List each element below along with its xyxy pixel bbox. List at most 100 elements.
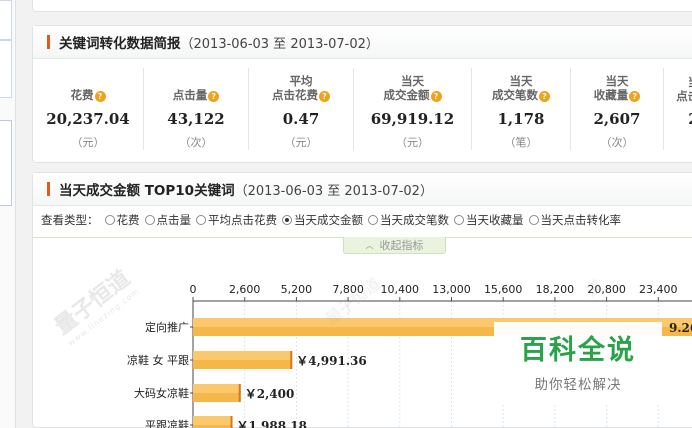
- radio-circle-icon[interactable]: [104, 215, 115, 225]
- x-tick-label: 7,800: [332, 283, 364, 296]
- metric-column: 花费? 20,237.04 （元）: [33, 68, 143, 150]
- radio-circle-icon[interactable]: [528, 215, 539, 225]
- page: 关键词转化数据简报 （2013-06-03 至 2013-07-02） 花费? 2…: [0, 0, 692, 428]
- metrics-row: 花费? 20,237.04 （元） 点击量? 43,122 （次） 平均 点击花费? 0.47 （…: [33, 68, 692, 150]
- view-type-radio[interactable]: 当天点击转化率: [528, 212, 622, 228]
- sidebar-box[interactable]: [0, 0, 12, 40]
- metric-value: 1,178: [497, 110, 545, 128]
- radio-circle-icon[interactable]: [196, 215, 206, 225]
- collapse-metrics-button[interactable]: ︿ 收起指标: [343, 237, 446, 254]
- help-icon[interactable]: ?: [94, 91, 106, 102]
- metric-unit: （次）: [600, 136, 634, 149]
- x-tick-label: 0: [190, 283, 197, 296]
- metric-label: 当天 成交金额?: [354, 73, 471, 103]
- bar-data-label: ￥1,988.18: [237, 419, 307, 428]
- baike-subtitle: 助你轻松解决: [534, 377, 622, 393]
- metric-value: 2: [664, 110, 692, 128]
- panel-title: 关键词转化数据简报: [59, 36, 181, 52]
- metric-value: 0.47: [282, 110, 320, 128]
- metric-label: 点击量?: [144, 73, 248, 103]
- baike-title: 百科全说: [520, 335, 636, 366]
- help-icon[interactable]: ?: [319, 91, 330, 102]
- date-range: （2013-06-03 至 2013-07-02）: [234, 183, 433, 199]
- keyword-conversion-summary-panel: 关键词转化数据简报 （2013-06-03 至 2013-07-02） 花费? 2…: [32, 25, 692, 163]
- radio-label: 当天收藏量: [466, 213, 524, 227]
- radio-circle-icon[interactable]: [368, 215, 378, 225]
- category-label: 平跟凉鞋: [145, 418, 189, 428]
- view-type-radio[interactable]: 平均点击花费: [196, 212, 277, 228]
- x-tick-label: 10,400: [381, 283, 420, 296]
- panel-header: 当天成交金额 TOP10关键词 （2013-06-03 至 2013-07-02…: [33, 173, 692, 206]
- x-tick-label: 15,600: [484, 283, 523, 296]
- baike-watermark-logo: 百科全说 助你轻松解决: [494, 322, 662, 404]
- category-label: 凉鞋 女 平跟: [127, 353, 189, 367]
- radio-label: 当天成交笔数: [380, 213, 449, 227]
- panel-title: 当天成交金额 TOP10关键词: [59, 183, 235, 199]
- metric-unit: （元）: [396, 136, 429, 149]
- view-type-radio[interactable]: 当天成交笔数: [368, 212, 449, 228]
- bar-data-label: 9.26: [669, 321, 692, 335]
- x-tick-label: 18,200: [536, 283, 575, 296]
- metric-value: 20,237.04: [46, 110, 130, 128]
- panel-header: 关键词转化数据简报 （2013-06-03 至 2013-07-02）: [33, 26, 692, 59]
- view-type-radio-group: 花费 点击量 平均点击花费 当天成交金额 当天成交笔数 当天收藏量 当天点击转化率: [104, 212, 627, 228]
- help-icon[interactable]: ?: [208, 91, 220, 102]
- view-type-selector: 查看类型： 花费 点击量 平均点击花费 当天成交金额 当天成交笔数 当天收藏量 当天点击转化…: [41, 212, 626, 228]
- metric-unit: （笔）: [504, 136, 538, 149]
- metric-column: 当天 收藏量? 2,607 （次）: [570, 68, 663, 150]
- view-type-radio[interactable]: 当天成交金额: [282, 212, 363, 228]
- x-tick-label: 23,400: [639, 283, 678, 296]
- metric-value: 43,122: [167, 110, 225, 128]
- previous-panel-bottom: [32, 0, 692, 12]
- x-tick-label: 2,600: [229, 283, 261, 296]
- bar-highlight: [193, 351, 293, 360]
- metric-label: 当天 收藏量?: [571, 73, 663, 103]
- metric-unit: （次）: [179, 136, 213, 149]
- metric-label: 平均 点击花费?: [249, 73, 353, 103]
- view-type-radio[interactable]: 点击量: [144, 212, 192, 228]
- radio-label: 花费: [116, 213, 140, 227]
- x-tick-label: 13,000: [432, 283, 471, 296]
- metric-label: 当点击转: [676, 75, 692, 103]
- category-label: 大码女凉鞋: [134, 386, 189, 400]
- view-type-radio[interactable]: 当天收藏量: [454, 212, 524, 228]
- metric-label: 花费?: [33, 73, 143, 103]
- metric-unit: （: [664, 134, 692, 150]
- metric-column: 当天 成交笔数? 1,178 （笔）: [471, 68, 570, 150]
- metric-column: 平均 点击花费? 0.47 （元）: [248, 68, 353, 150]
- metric-value: 2,607: [593, 110, 641, 128]
- metric-column: 当天 成交金额? 69,919.12 （元）: [353, 68, 471, 150]
- help-icon[interactable]: ?: [629, 91, 641, 102]
- date-range: （2013-06-03 至 2013-07-02）: [180, 36, 379, 52]
- view-type-radio[interactable]: 花费: [104, 212, 140, 228]
- radio-circle-icon[interactable]: [454, 215, 464, 225]
- collapse-label: 收起指标: [379, 239, 424, 252]
- bar-data-label: ￥4,991.36: [296, 354, 366, 368]
- header-accent-bar: [47, 182, 50, 196]
- metric-column: 当点击转 2 （: [663, 68, 692, 150]
- help-icon[interactable]: ?: [430, 91, 442, 102]
- left-sidebar-edge: [0, 0, 16, 428]
- sidebar-box[interactable]: [0, 120, 12, 206]
- radio-label: 当天点击转化率: [540, 213, 622, 227]
- bar-data-label: ￥2,400: [245, 387, 295, 401]
- chevron-up-icon: ︿: [365, 240, 374, 250]
- metric-unit: （元）: [71, 136, 105, 149]
- metric-unit: （元）: [284, 136, 318, 149]
- bar-highlight: [193, 384, 241, 393]
- radio-label: 点击量: [156, 213, 192, 227]
- radio-label: 平均点击花费: [208, 213, 277, 227]
- x-tick-label: 5,200: [281, 283, 313, 296]
- bar-highlight: [193, 416, 233, 425]
- collapse-divider: ︿ 收起指标: [33, 237, 692, 255]
- metric-label: 当天 成交笔数?: [472, 73, 570, 103]
- metric-value: 69,919.12: [370, 110, 455, 128]
- header-accent-bar: [47, 35, 50, 49]
- radio-circle-icon[interactable]: [282, 215, 292, 225]
- sidebar-box[interactable]: [0, 40, 12, 98]
- view-type-label: 查看类型：: [41, 213, 99, 227]
- radio-circle-icon[interactable]: [144, 215, 155, 225]
- radio-label: 当天成交金额: [294, 213, 363, 227]
- help-icon[interactable]: ?: [539, 91, 550, 102]
- metric-column: 点击量? 43,122 （次）: [143, 68, 248, 150]
